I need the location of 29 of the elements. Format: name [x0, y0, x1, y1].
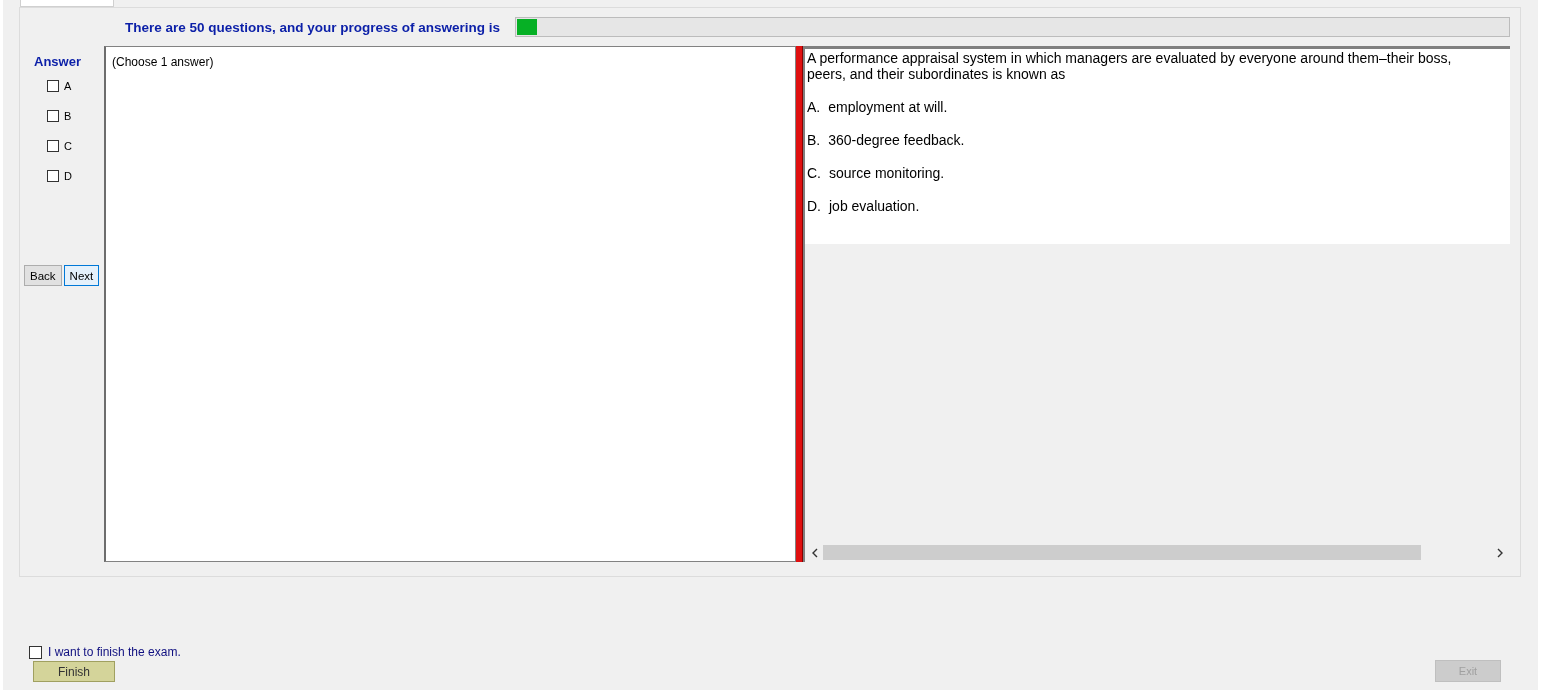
answer-option-label: A — [64, 80, 72, 92]
answer-hint: (Choose 1 answer) — [112, 55, 214, 69]
answer-option-label: B — [64, 110, 72, 122]
finish-label: I want to finish the exam. — [48, 645, 181, 659]
answer-heading: Answer — [34, 54, 81, 69]
scroll-left-icon[interactable] — [811, 547, 819, 558]
choice-text: 360-degree feedback. — [828, 132, 965, 148]
choice-letter: A. — [807, 99, 821, 115]
nav-button[interactable]: Back — [24, 265, 62, 286]
answer-checkbox[interactable] — [47, 110, 59, 122]
choice-text: employment at will. — [828, 99, 948, 115]
answer-checkbox[interactable] — [47, 170, 59, 182]
progress-label: There are 50 questions, and your progress of answering is — [125, 19, 501, 35]
scroll-right-icon[interactable] — [1496, 547, 1504, 558]
nav-button[interactable]: Next — [63, 265, 100, 286]
choice-letter: D. — [807, 198, 821, 214]
answer-checkbox[interactable] — [47, 140, 59, 152]
choice-letter: C. — [807, 165, 821, 181]
finish-checkbox[interactable] — [29, 645, 42, 659]
finish-button[interactable]: Finish — [33, 661, 115, 682]
choice-text: source monitoring. — [829, 165, 945, 181]
question-text: A performance appraisal system in which managers are evaluated by everyone around them–their boss, — [807, 50, 1453, 66]
answer-option-label: C — [64, 140, 72, 152]
question-text: peers, and their subordinates is known as — [807, 66, 1067, 82]
answer-checkbox[interactable] — [47, 80, 59, 92]
scrollbar-thumb[interactable] — [823, 545, 1421, 560]
choice-letter: B. — [807, 132, 821, 148]
choice-text: job evaluation. — [829, 198, 920, 214]
answer-option-label: D — [64, 170, 72, 182]
